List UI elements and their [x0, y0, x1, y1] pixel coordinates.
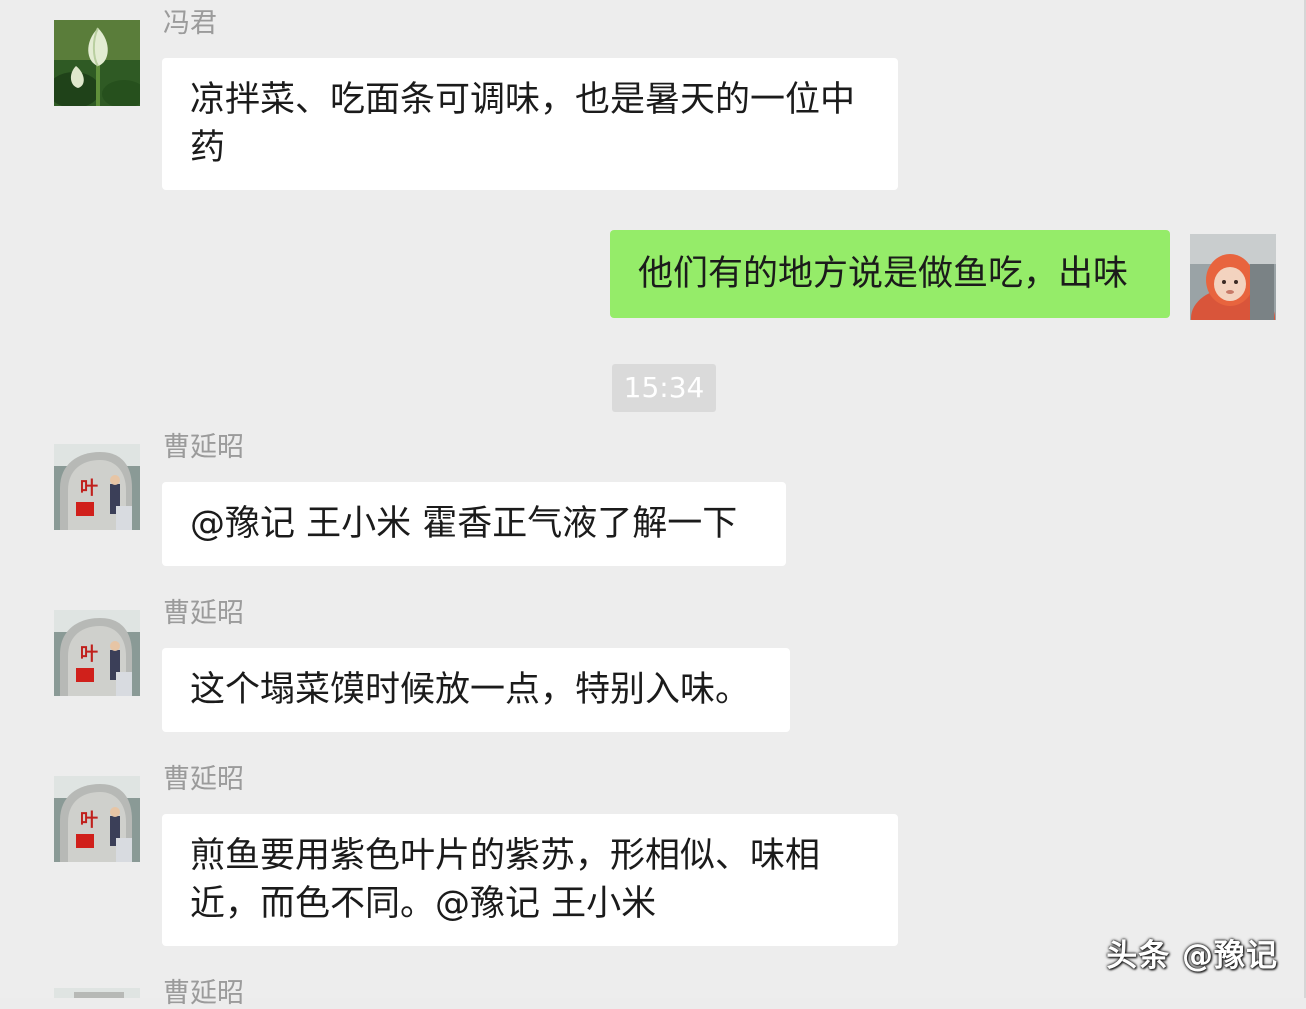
- sender-name: 曹延昭: [163, 432, 244, 463]
- monument-photo-icon: 叶: [54, 776, 140, 862]
- monument-photo-icon: 叶: [54, 610, 140, 696]
- baby-photo-icon: [1190, 234, 1276, 320]
- svg-text:叶: 叶: [80, 810, 98, 831]
- svg-text:叶: 叶: [80, 644, 98, 665]
- message-bubble[interactable]: 这个塌菜馍时候放一点，特别入味。: [162, 648, 790, 732]
- timestamp-badge: 15:34: [612, 364, 716, 412]
- avatar-cao-yanzhao[interactable]: 叶: [54, 610, 140, 696]
- svg-text:叶: 叶: [80, 478, 98, 499]
- sender-name: 曹延昭: [163, 764, 244, 795]
- monument-photo-icon: [54, 988, 140, 998]
- chat-view: 冯君 凉拌菜、吃面条可调味，也是暑天的一位中药 他们有的地方说是做鱼吃，出味 1…: [0, 0, 1306, 1007]
- lotus-bud-icon: [54, 20, 140, 106]
- avatar-cao-yanzhao[interactable]: 叶: [54, 776, 140, 862]
- message-bubble[interactable]: 凉拌菜、吃面条可调味，也是暑天的一位中药: [162, 58, 898, 190]
- monument-photo-icon: 叶: [54, 444, 140, 530]
- sender-name: 曹延昭: [163, 598, 244, 629]
- sender-name: 冯君: [163, 8, 217, 39]
- avatar-feng-jun[interactable]: [54, 20, 140, 106]
- watermark: 头条 @豫记: [1106, 938, 1278, 974]
- sender-name: 曹延昭: [163, 978, 244, 1009]
- avatar-self[interactable]: [1190, 234, 1276, 320]
- outgoing-message-bubble[interactable]: 他们有的地方说是做鱼吃，出味: [610, 230, 1170, 318]
- avatar-cao-yanzhao[interactable]: [54, 988, 140, 998]
- avatar-cao-yanzhao[interactable]: 叶: [54, 444, 140, 530]
- message-bubble[interactable]: 煎鱼要用紫色叶片的紫苏，形相似、味相近，而色不同。@豫记 王小米: [162, 814, 898, 946]
- message-bubble[interactable]: @豫记 王小米 霍香正气液了解一下: [162, 482, 786, 566]
